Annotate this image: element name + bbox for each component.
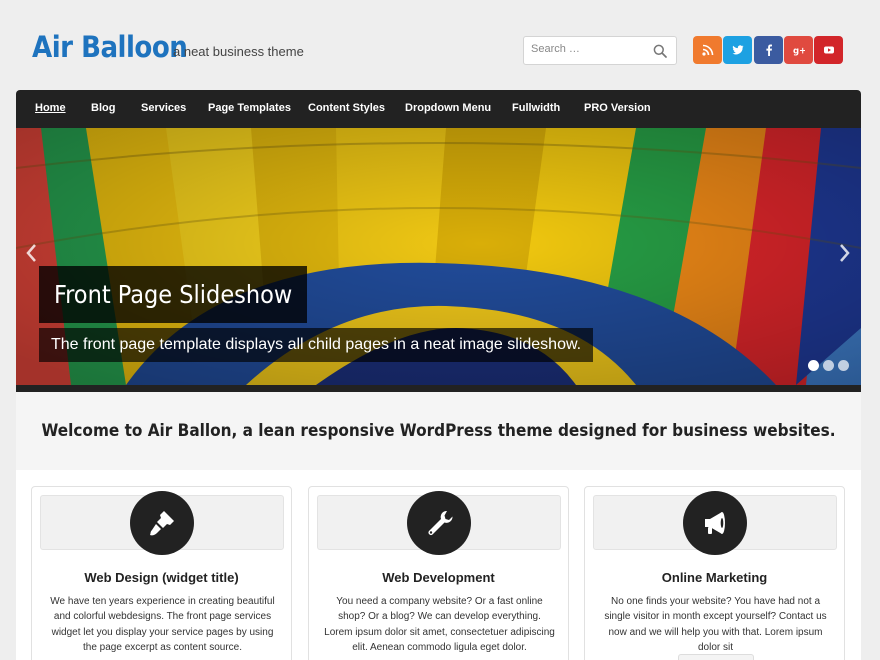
svg-text:g+: g+ [793,46,805,56]
slide-dot-1[interactable] [808,360,819,371]
slide-title[interactable]: Front Page Slideshow [39,266,308,323]
facebook-icon [765,44,772,56]
search-icon[interactable] [653,44,667,58]
service-card-web-design: Web Design (widget title) We have ten ye… [31,486,292,660]
google-plus-button[interactable]: g+ [784,36,813,64]
rss-button[interactable] [693,36,722,64]
site-tagline: a neat business theme [173,44,304,59]
google-plus-icon: g+ [793,46,805,56]
intro-heading: Welcome to Air Ballon, a lean responsive… [41,421,836,441]
rss-icon [701,44,713,56]
service-icon-badge [130,491,194,555]
slide-dot-3[interactable] [838,360,849,371]
facebook-button[interactable] [754,36,783,64]
nav-item-content-styles[interactable]: Content Styles [308,102,385,114]
nav-item-services[interactable]: Services [141,102,186,114]
slide-dot-2[interactable] [823,360,834,371]
service-card-web-development: Web Development You need a company websi… [308,486,569,660]
site-header: Air Balloon a neat business theme g+ [0,0,880,90]
paintbrush-icon [150,511,174,536]
service-card-online-marketing: Online Marketing No one finds your websi… [584,486,845,660]
service-title[interactable]: Web Design (widget title) [32,570,291,585]
service-icon-badge [407,491,471,555]
service-icon-badge [683,491,747,555]
service-excerpt: We have ten years experience in creating… [50,596,275,653]
nav-item-blog[interactable]: Blog [91,102,115,114]
service-title[interactable]: Web Development [309,570,568,585]
search-input[interactable] [531,43,646,55]
nav-item-dropdown-menu[interactable]: Dropdown Menu [405,102,491,114]
slide-next-arrow[interactable] [838,242,858,272]
wrench-icon [428,510,453,535]
front-page-slideshow: Front Page Slideshow The front page temp… [16,128,861,385]
slide-pagination [808,360,849,371]
slide-caption: The front page template displays all chi… [39,328,594,362]
nav-item-home[interactable]: Home [35,102,66,114]
twitter-icon [732,45,743,55]
nav-item-page-templates[interactable]: Page Templates [208,102,291,114]
youtube-icon [823,46,834,54]
twitter-button[interactable] [723,36,752,64]
service-excerpt: No one finds your website? You have had … [604,596,827,653]
service-title[interactable]: Online Marketing [585,570,844,585]
site-title[interactable]: Air Balloon [32,30,188,64]
main-navigation: Home Blog Services Page Templates Conten… [16,90,861,128]
read-more-button[interactable] [678,654,754,660]
search-form [523,36,677,65]
youtube-button[interactable] [814,36,843,64]
chevron-right-icon [840,244,850,262]
service-excerpt: You need a company website? Or a fast on… [324,596,555,653]
slideshow-divider [16,385,861,392]
nav-item-pro-version[interactable]: PRO Version [584,102,651,114]
megaphone-icon [705,512,725,534]
nav-item-fullwidth[interactable]: Fullwidth [512,102,560,114]
chevron-left-icon [26,244,36,262]
intro-section: Welcome to Air Ballon, a lean responsive… [16,392,861,470]
